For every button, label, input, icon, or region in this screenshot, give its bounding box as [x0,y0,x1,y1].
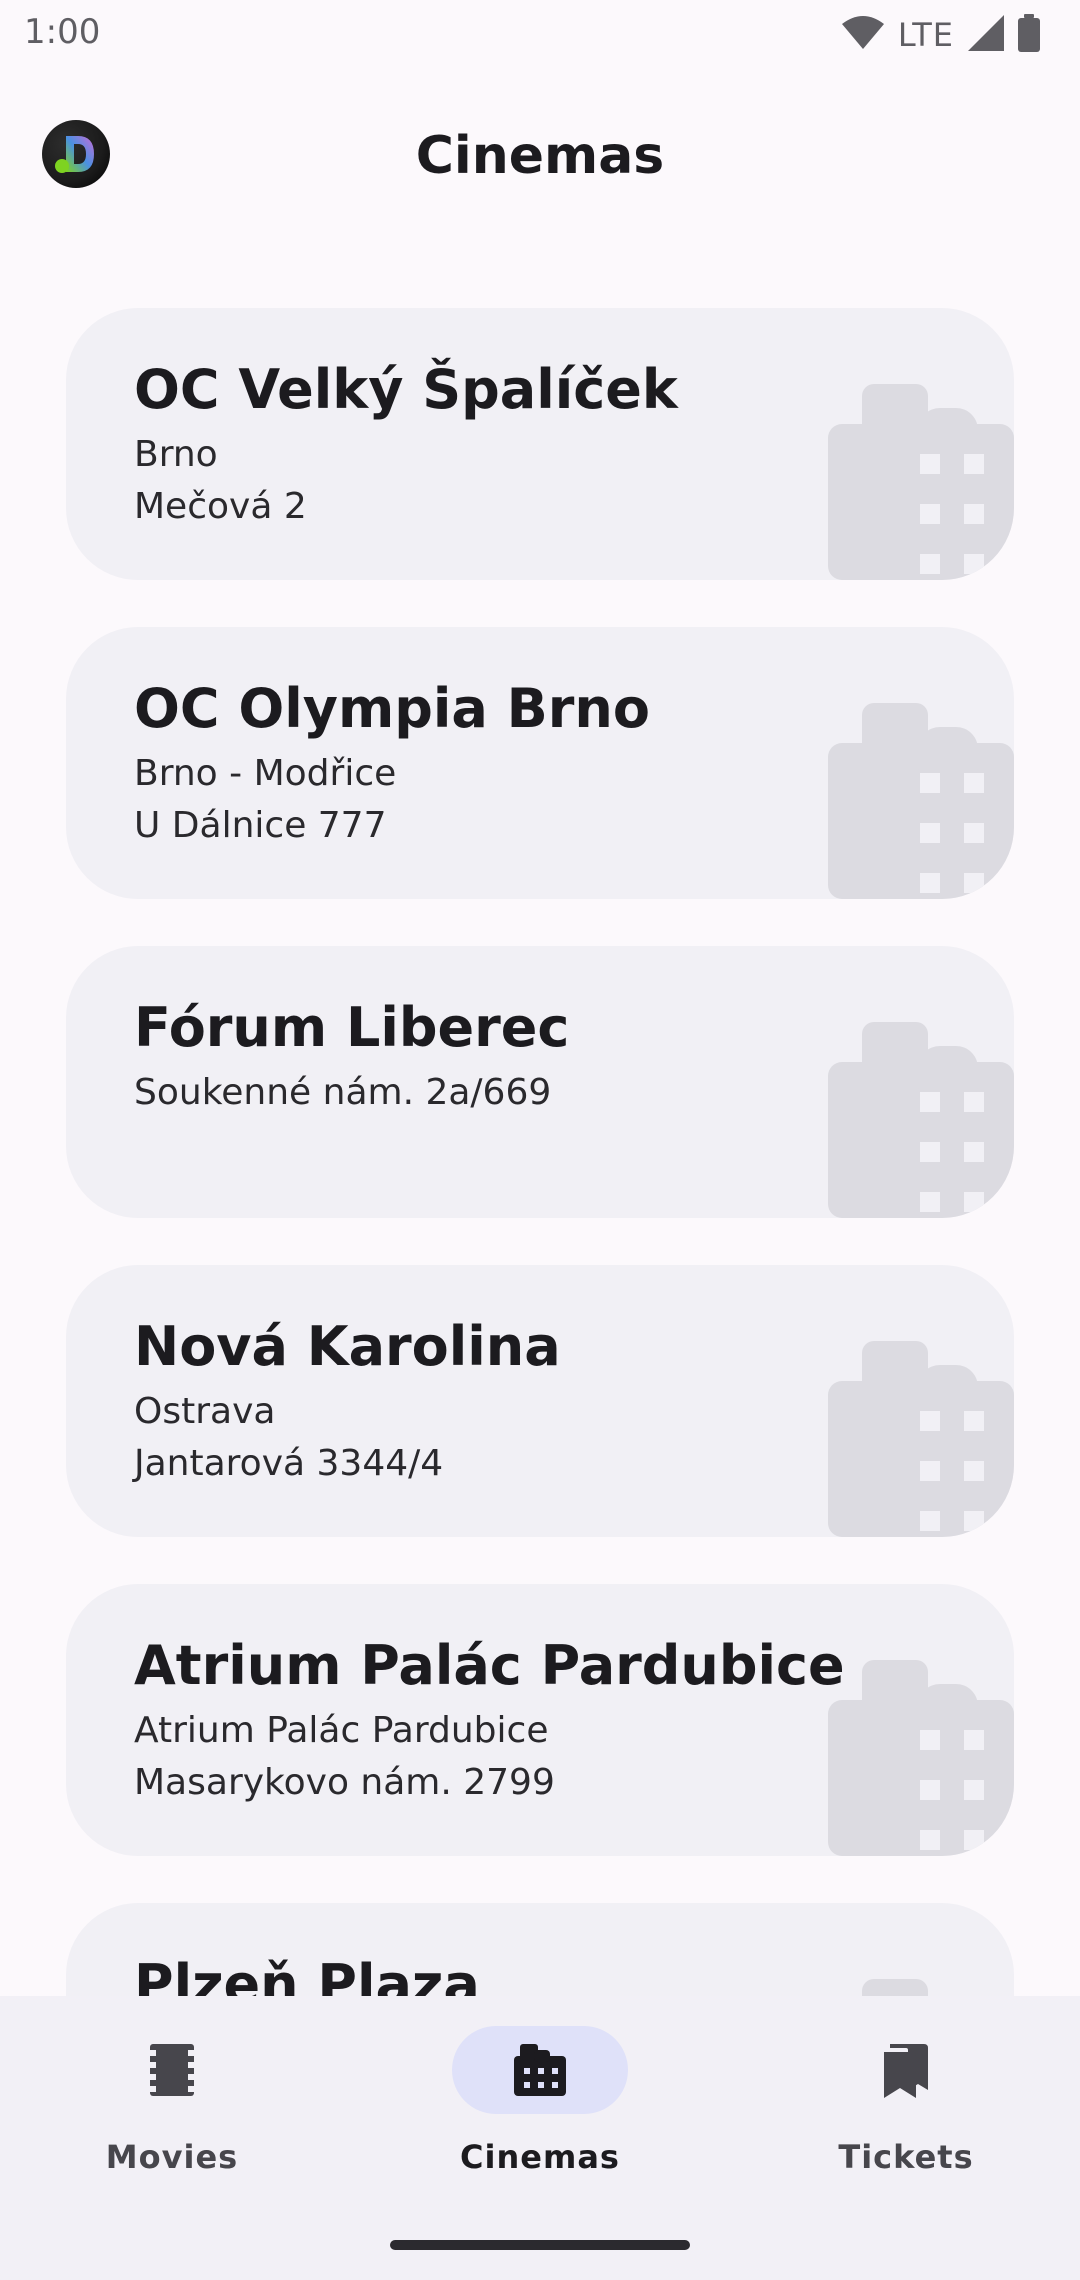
cinema-name: OC Olympia Brno [134,677,650,740]
cinema-card[interactable]: Fórum Liberec Soukenné nám. 2a/669 [66,946,1014,1218]
building-icon [828,384,1014,580]
cinema-city: Brno - Modřice [134,753,397,794]
building-icon [828,1341,1014,1537]
home-indicator[interactable] [390,2240,690,2250]
status-bar: 1:00 LTE [0,0,1080,66]
building-icon [862,1979,928,1996]
page-title: Cinemas [415,126,665,186]
battery-icon [1018,14,1040,56]
nav-label-cinemas: Cinemas [460,2138,620,2176]
nav-label-movies: Movies [105,2138,239,2176]
building-icon [828,703,1014,899]
ticket-icon [884,2044,928,2098]
cinema-name: Fórum Liberec [134,996,570,1059]
cinema-card[interactable]: Plzeň Plaza [66,1903,1014,1996]
status-time: 1:00 [24,12,101,52]
cinema-card[interactable]: OC Olympia Brno Brno - Modřice U Dálnice… [66,627,1014,899]
signal-icon [968,15,1004,55]
wifi-icon [841,16,884,54]
cinema-name: Nová Karolina [134,1315,561,1378]
cinema-address: Mečová 2 [134,486,307,527]
cinema-address: Masarykovo nám. 2799 [134,1762,555,1803]
cinema-city: Atrium Palác Pardubice [134,1710,549,1751]
nav-item-movies[interactable]: Movies [42,2026,302,2196]
cinema-name: Plzeň Plaza [134,1953,480,1996]
cinema-city: Ostrava [134,1391,276,1432]
cinema-address: U Dálnice 777 [134,805,387,846]
cinema-name: Atrium Palác Pardubice [134,1634,845,1697]
bottom-navigation: Movies Cinemas Tickets [0,1996,1080,2280]
cinema-card[interactable]: Atrium Palác Pardubice Atrium Palác Pard… [66,1584,1014,1856]
cinema-list[interactable]: OC Velký Špalíček Brno Mečová 2 OC Olymp… [0,308,1080,1996]
cinema-address: Jantarová 3344/4 [134,1443,444,1484]
cinema-city: Brno [134,434,218,475]
nav-item-cinemas[interactable]: Cinemas [410,2026,670,2196]
building-icon [828,1022,1014,1218]
cinema-name: OC Velký Špalíček [134,358,678,421]
nav-label-tickets: Tickets [838,2138,974,2176]
status-icons: LTE [841,14,1040,56]
cinema-address: Soukenné nám. 2a/669 [134,1072,552,1113]
movie-icon [150,2044,194,2096]
top-app-bar: Cinemas [0,100,1080,210]
nav-item-tickets[interactable]: Tickets [776,2026,1036,2196]
cinema-card[interactable]: OC Velký Špalíček Brno Mečová 2 [66,308,1014,580]
network-type: LTE [897,16,954,54]
cinema-icon [514,2044,566,2096]
cinema-card[interactable]: Nová Karolina Ostrava Jantarová 3344/4 [66,1265,1014,1537]
building-icon [828,1660,1014,1856]
